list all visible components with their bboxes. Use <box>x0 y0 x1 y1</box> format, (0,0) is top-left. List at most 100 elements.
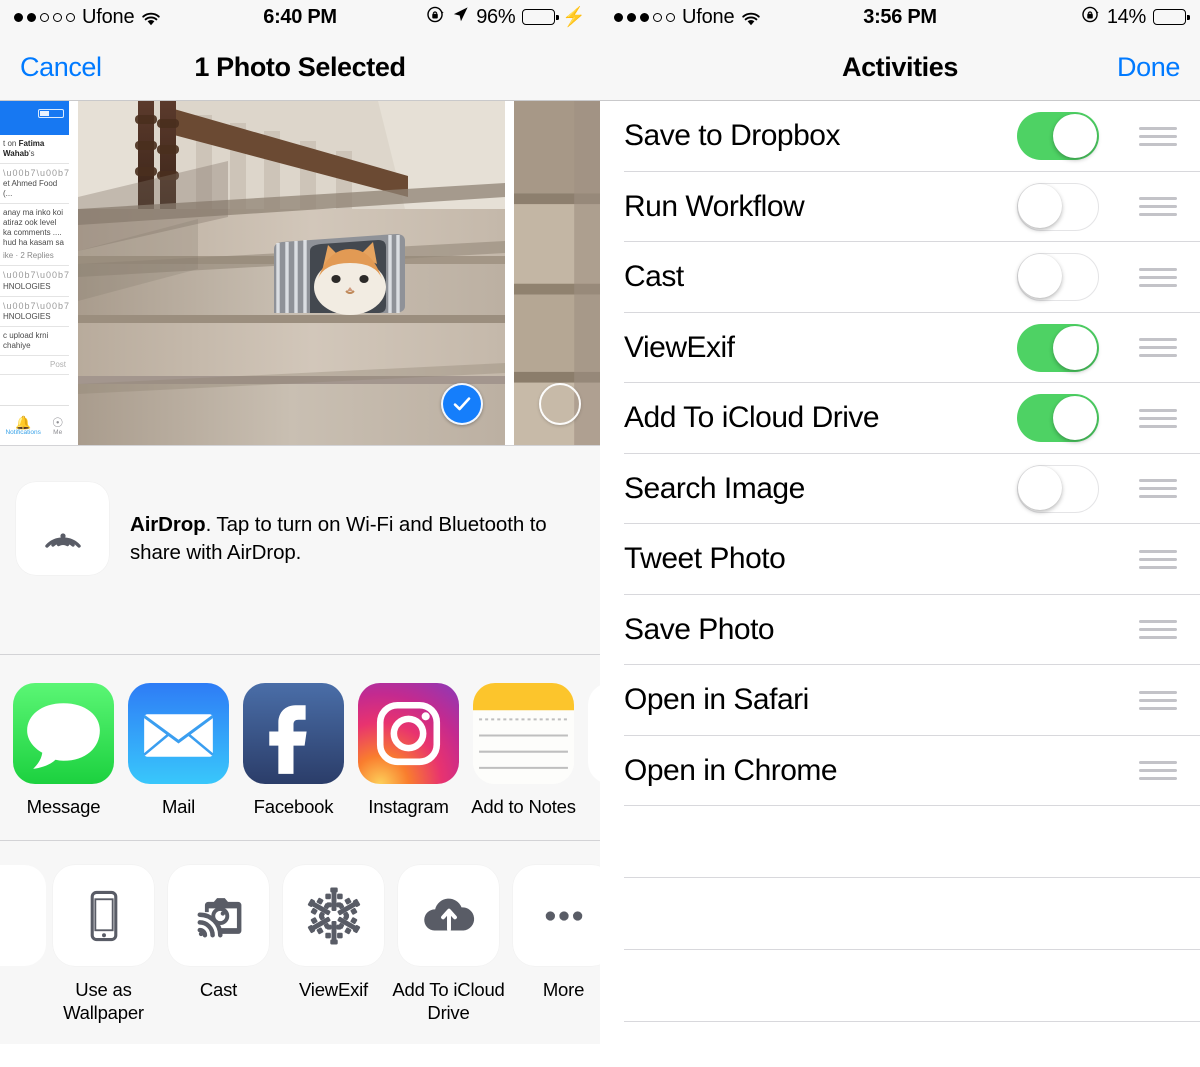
reorder-handle-icon[interactable] <box>1115 549 1200 569</box>
activity-toggle-on[interactable] <box>1016 394 1099 443</box>
airdrop-icon[interactable] <box>16 482 109 575</box>
feed-meta: ike · 2 Replies <box>3 251 54 261</box>
share-app-label: Message <box>26 796 101 817</box>
screenshot-root: Ufone 6:40 PM 96% ⚡ Cancel 1 Photo Selec… <box>0 0 1200 1067</box>
action-label-partial <box>0 966 46 988</box>
partial-action-icon <box>0 865 46 967</box>
activity-row[interactable]: Run Workflow <box>600 172 1200 242</box>
share-app-next-partial[interactable] <box>581 683 600 796</box>
activity-toggle-cell <box>1000 394 1115 443</box>
photo-thumbnail-selected[interactable] <box>78 101 505 445</box>
feed-topbar <box>0 101 69 135</box>
feed-line: c upload krni chahiye <box>0 327 69 356</box>
reorder-handle-icon[interactable] <box>1115 338 1200 358</box>
activity-row[interactable]: Add To iCloud Drive <box>600 383 1200 454</box>
share-app-facebook[interactable]: Facebook <box>236 683 351 818</box>
action-use-as-wallpaper[interactable]: Use as Wallpaper <box>46 865 161 1024</box>
share-app-message[interactable]: Message <box>6 683 121 818</box>
activities-list: Save to Dropbox Run Workflow Cast ViewExif A… <box>600 101 1200 1022</box>
left-nav-bar: Cancel 1 Photo Selected <box>0 34 600 101</box>
share-app-label: Mail <box>161 796 196 817</box>
photo-selected-checkmark[interactable] <box>441 383 483 425</box>
feed-text: anay ma inko koi atiraz ook level ka com… <box>3 208 64 248</box>
person-icon: ☉ <box>51 414 64 430</box>
airdrop-section[interactable]: AirDrop. Tap to turn on Wi-Fi and Blueto… <box>0 446 600 654</box>
activity-row[interactable]: Open in Chrome <box>600 736 1200 806</box>
grip-lines <box>1138 690 1177 710</box>
share-app-label: Facebook <box>253 796 334 817</box>
activity-label: Search Image <box>624 471 805 505</box>
action-viewexif[interactable]: ViewExif <box>276 865 391 1001</box>
activity-row[interactable]: Open in Safari <box>600 665 1200 736</box>
feed-tabbar: 🔔 Notifications ☉ Me <box>0 405 69 445</box>
feed-text: et Ahmed Food (... <box>3 179 58 199</box>
action-add-to-icloud-drive[interactable]: Add To iCloud Drive <box>391 865 506 1024</box>
activity-toggle-on[interactable] <box>1016 112 1099 161</box>
more-dots-icon <box>513 865 600 967</box>
reorder-handle-icon[interactable] <box>1115 479 1200 499</box>
activity-row[interactable]: Search Image <box>600 454 1200 524</box>
done-button[interactable]: Done <box>1117 52 1180 83</box>
reorder-handle-icon[interactable] <box>1115 126 1200 146</box>
action-more[interactable]: More <box>506 865 600 1001</box>
reorder-handle-icon[interactable] <box>1115 197 1200 217</box>
grip-lines <box>1138 549 1177 569</box>
right-status-bar: Ufone 3:56 PM 14% <box>600 0 1200 34</box>
activity-row[interactable]: Save to Dropbox <box>600 101 1200 172</box>
cancel-button[interactable]: Cancel <box>20 52 102 83</box>
activity-toggle-off[interactable] <box>1016 464 1099 513</box>
feed-text: t on <box>3 139 19 148</box>
icloud-upload-icon <box>398 865 499 967</box>
activity-toggle-cell <box>1000 253 1115 302</box>
reorder-handle-icon[interactable] <box>1115 761 1200 781</box>
share-app-mail[interactable]: Mail <box>121 683 236 818</box>
grip-lines <box>1138 408 1177 428</box>
phone-wallpaper-icon <box>53 865 154 967</box>
location-arrow-icon <box>452 6 469 29</box>
activity-toggle-on[interactable] <box>1016 323 1099 372</box>
status-left-group: Ufone <box>14 6 161 29</box>
activity-row[interactable]: ViewExif <box>600 313 1200 383</box>
snowflake-icon <box>283 865 384 967</box>
instagram-icon <box>358 683 459 784</box>
reorder-handle-icon[interactable] <box>1115 690 1200 710</box>
photo-thumbnail-previous[interactable]: t on Fatima Wahab's \u00b7\u00b7\u00b7 e… <box>0 101 78 445</box>
toggle-knob <box>1017 183 1062 228</box>
notes-icon <box>473 683 574 784</box>
activity-label: Add To iCloud Drive <box>624 401 880 435</box>
share-app-instagram[interactable]: Instagram <box>351 683 466 818</box>
bell-icon: 🔔 <box>15 414 32 430</box>
grip-lines <box>1138 126 1177 146</box>
activity-toggle-off[interactable] <box>1016 182 1099 231</box>
activity-row[interactable]: Tweet Photo <box>600 524 1200 595</box>
activity-row[interactable]: Cast <box>600 242 1200 313</box>
reorder-handle-icon[interactable] <box>1115 408 1200 428</box>
feed-line: \u00b7\u00b7\u00b7 HNOLOGIES <box>0 266 69 297</box>
feed-line: \u00b7\u00b7\u00b7 HNOLOGIES <box>0 297 69 327</box>
photo-strip: t on Fatima Wahab's \u00b7\u00b7\u00b7 e… <box>0 101 600 445</box>
actions-row: Use as Wallpaper Cast ViewExif Add To iC… <box>0 865 600 1024</box>
share-app-notes[interactable]: Add to Notes <box>466 683 581 818</box>
right-panel-activities: Ufone 3:56 PM 14% Activities Done Save t… <box>600 0 1200 1067</box>
action-cast[interactable]: Cast <box>161 865 276 1001</box>
activity-label: Tweet Photo <box>624 542 786 576</box>
activity-label: ViewExif <box>624 330 735 364</box>
action-previous-partial[interactable] <box>0 865 46 988</box>
battery-percent-label: 96% <box>476 5 516 28</box>
share-apps-section: Message Mail Facebook Instagram Add to N… <box>0 655 600 841</box>
photo-thumbnail-next[interactable] <box>514 101 600 445</box>
activity-toggle-cell <box>1000 464 1115 513</box>
photo-unselected-circle[interactable] <box>539 383 581 425</box>
activity-toggle-off[interactable] <box>1016 253 1099 302</box>
empty-row <box>600 878 1200 950</box>
checkmark-icon <box>453 397 471 411</box>
status-left-group: Ufone <box>614 6 761 29</box>
activity-label: Save Photo <box>624 612 775 646</box>
action-label: Cast <box>199 979 238 1001</box>
grip-lines <box>1138 267 1177 287</box>
reorder-handle-icon[interactable] <box>1115 620 1200 640</box>
reorder-handle-icon[interactable] <box>1115 267 1200 287</box>
right-nav-bar: Activities Done <box>600 34 1200 101</box>
activity-row[interactable]: Save Photo <box>600 595 1200 665</box>
feed-text: HNOLOGIES <box>3 281 51 291</box>
